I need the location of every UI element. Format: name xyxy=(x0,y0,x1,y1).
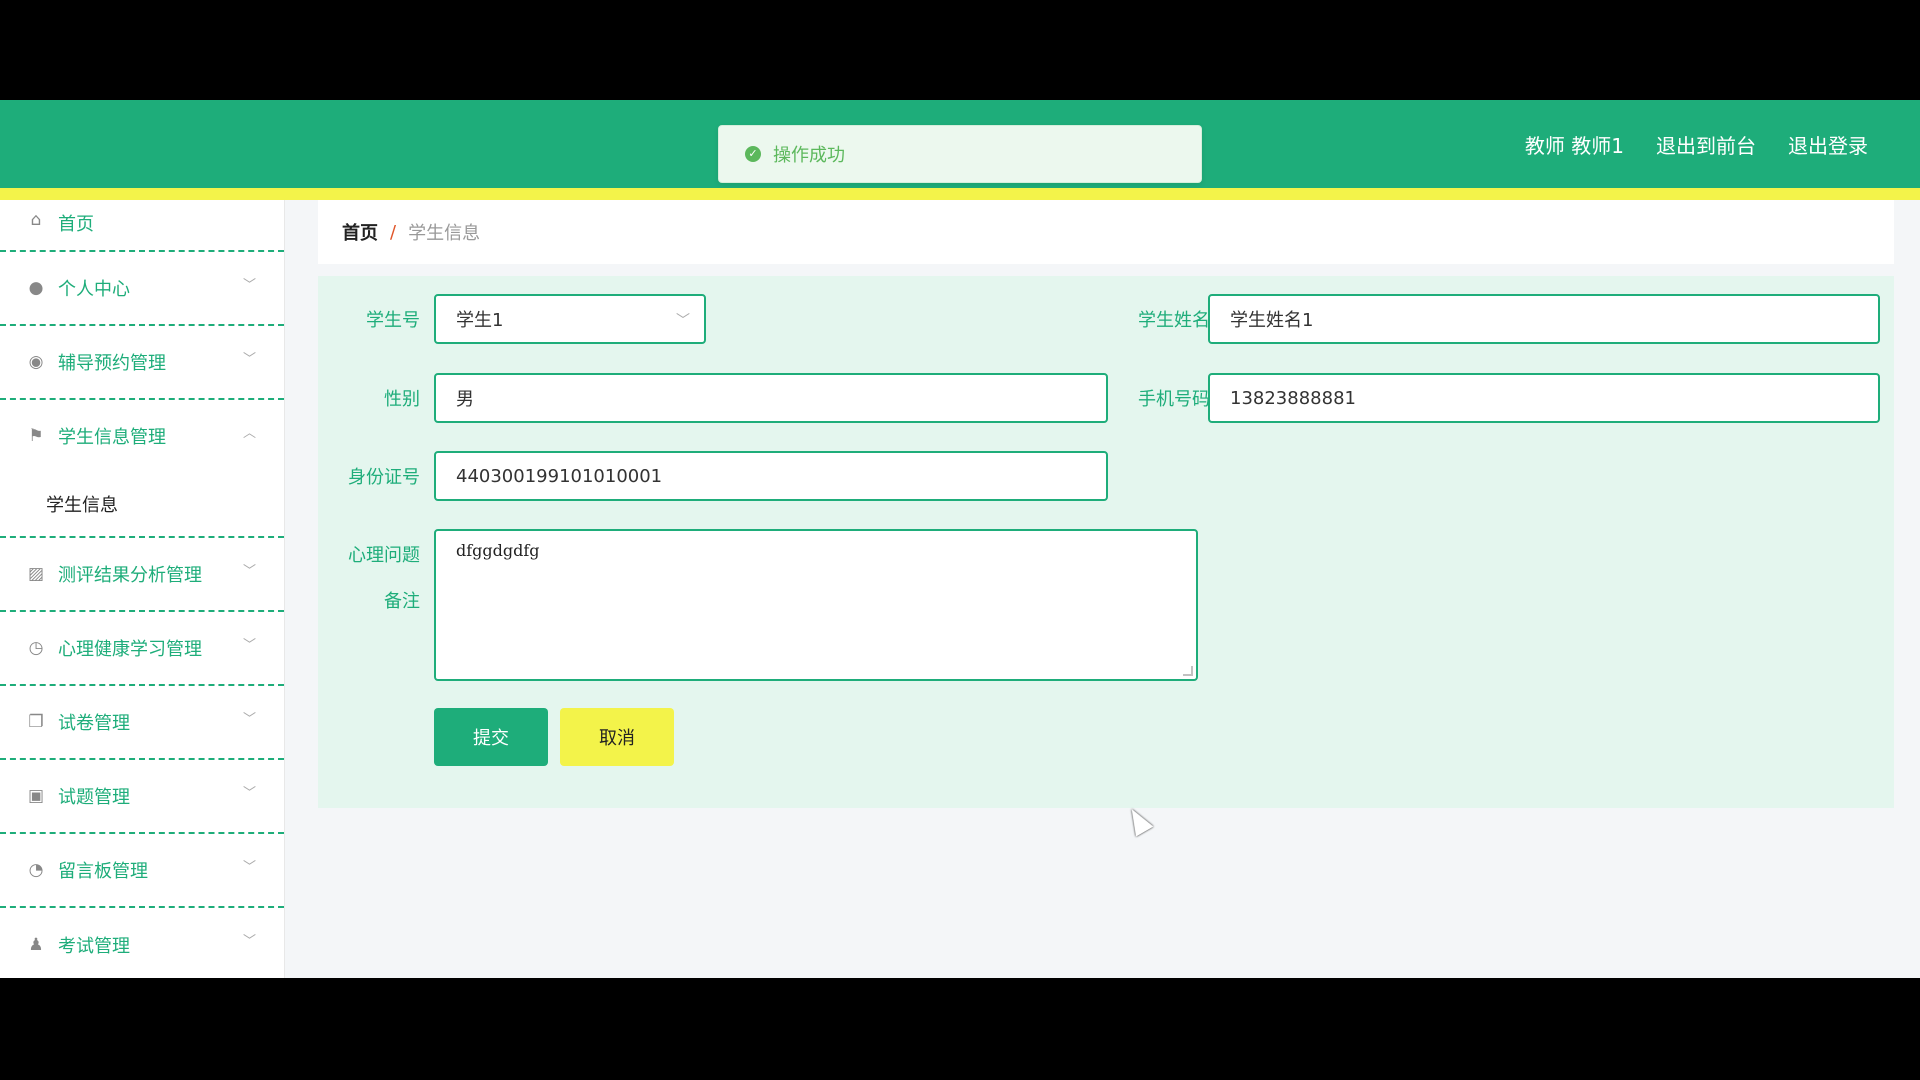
chevron-down-icon: ﹀ xyxy=(242,934,256,949)
chart-icon: ▨ xyxy=(27,564,45,584)
top-header: ✓ 操作成功 教师 教师1 退出到前台 退出登录 xyxy=(0,100,1920,188)
header-accent-stripe xyxy=(0,188,1920,200)
chevron-up-icon: ︿ xyxy=(242,426,256,441)
logout-link[interactable]: 退出登录 xyxy=(1788,130,1868,159)
student-name-field[interactable]: 学生姓名1 xyxy=(1208,294,1880,344)
copy-icon: ❐ xyxy=(28,712,44,732)
student-no-value: 学生1 xyxy=(456,310,504,331)
breadcrumb: 首页 / 学生信息 xyxy=(318,200,1894,264)
chevron-down-icon: ﹀ xyxy=(676,313,690,329)
back-to-front-link[interactable]: 退出到前台 xyxy=(1656,130,1756,159)
issue-remark-textarea[interactable]: dfggdgdfg xyxy=(434,529,1198,681)
header-actions: 教师 教师1 退出到前台 退出登录 xyxy=(1525,100,1868,188)
current-user-label: 教师 教师1 xyxy=(1524,133,1624,158)
phone-label: 手机号码 xyxy=(1138,389,1210,410)
sidebar-item-label: 留言板管理 xyxy=(58,861,148,882)
phone-field[interactable]: 13823888881 xyxy=(1208,373,1880,423)
compass-icon: ◷ xyxy=(28,638,44,658)
sidebar: ⌂ 首页 ● 个人中心 ﹀ ◉ 辅导预约管理 ﹀ ⚑ 学生信息管理 ︿ 学生信息… xyxy=(0,200,285,978)
flag-icon: ⚑ xyxy=(28,426,44,446)
id-card-value: 440300199101010001 xyxy=(456,465,663,487)
resize-grip-icon[interactable] xyxy=(1183,666,1193,676)
sidebar-item-label: 学生信息管理 xyxy=(58,427,166,448)
gender-field[interactable]: 男 xyxy=(434,373,1108,423)
chevron-down-icon: ﹀ xyxy=(242,786,256,801)
breadcrumb-separator: / xyxy=(390,221,397,243)
student-name-label: 学生姓名 xyxy=(1138,310,1210,331)
sidebar-item-question-mgmt[interactable]: ▣ 试题管理 ﹀ xyxy=(0,760,284,834)
chevron-down-icon: ﹀ xyxy=(242,638,256,653)
chevron-down-icon: ﹀ xyxy=(242,278,256,293)
sidebar-item-label: 首页 xyxy=(58,214,94,235)
user-icon: ● xyxy=(28,278,44,298)
submit-button[interactable]: 提交 xyxy=(434,708,548,766)
id-card-field[interactable]: 440300199101010001 xyxy=(434,451,1108,501)
sidebar-item-exam-mgmt[interactable]: ♟ 考试管理 ﹀ xyxy=(0,908,284,978)
sidebar-item-paper-mgmt[interactable]: ❐ 试卷管理 ﹀ xyxy=(0,686,284,760)
sidebar-item-personal-center[interactable]: ● 个人中心 ﹀ xyxy=(0,252,284,326)
cancel-button[interactable]: 取消 xyxy=(560,708,674,766)
student-no-label: 学生号 xyxy=(366,310,420,331)
toast-message: 操作成功 xyxy=(773,145,845,166)
sidebar-item-label: 辅导预约管理 xyxy=(58,353,166,374)
success-toast: ✓ 操作成功 xyxy=(718,125,1202,183)
chevron-down-icon: ﹀ xyxy=(242,352,256,367)
sidebar-item-label: 考试管理 xyxy=(58,936,130,957)
sidebar-item-label: 测评结果分析管理 xyxy=(58,565,202,586)
sidebar-item-label: 试卷管理 xyxy=(58,713,130,734)
chevron-down-icon: ﹀ xyxy=(242,860,256,875)
person-icon: ♟ xyxy=(28,935,44,955)
sidebar-item-assessment-analysis[interactable]: ▨ 测评结果分析管理 ﹀ xyxy=(0,538,284,612)
sidebar-subitem-student-info[interactable]: 学生信息 xyxy=(0,472,284,538)
student-info-form: 学生号 学生1 ﹀ 学生姓名 学生姓名1 性别 男 手机号码 138238888… xyxy=(318,276,1894,808)
student-no-select[interactable]: 学生1 ﹀ xyxy=(434,294,706,344)
phone-value: 13823888881 xyxy=(1230,387,1356,409)
gauge-icon: ◔ xyxy=(28,860,44,880)
app-window: ✓ 操作成功 教师 教师1 退出到前台 退出登录 ⌂ 首页 ● 个人中心 ﹀ ◉… xyxy=(0,100,1920,978)
sidebar-item-student-info-mgmt[interactable]: ⚑ 学生信息管理 ︿ xyxy=(0,400,284,472)
chevron-down-icon: ﹀ xyxy=(242,712,256,727)
gender-label: 性别 xyxy=(384,389,420,410)
sidebar-item-mental-health-learning[interactable]: ◷ 心理健康学习管理 ﹀ xyxy=(0,612,284,686)
issue-label: 心理问题 xyxy=(348,545,420,566)
sidebar-item-label: 个人中心 xyxy=(58,279,130,300)
breadcrumb-current: 学生信息 xyxy=(408,223,481,244)
breadcrumb-home[interactable]: 首页 xyxy=(342,219,378,245)
pin-icon: ◉ xyxy=(28,352,44,372)
sidebar-item-label: 心理健康学习管理 xyxy=(58,639,202,660)
gender-value: 男 xyxy=(456,389,474,410)
id-card-label: 身份证号 xyxy=(348,467,420,488)
mouse-cursor-icon xyxy=(1123,804,1154,837)
issue-remark-value: dfggdgdfg xyxy=(456,541,540,560)
clipboard-icon: ▣ xyxy=(27,786,45,806)
student-name-value: 学生姓名1 xyxy=(1230,310,1314,331)
home-icon: ⌂ xyxy=(30,210,42,230)
sidebar-item-message-board[interactable]: ◔ 留言板管理 ﹀ xyxy=(0,834,284,908)
check-circle-icon: ✓ xyxy=(745,146,761,162)
sidebar-item-home[interactable]: ⌂ 首页 xyxy=(0,200,284,252)
chevron-down-icon: ﹀ xyxy=(242,564,256,579)
sidebar-item-appointment[interactable]: ◉ 辅导预约管理 ﹀ xyxy=(0,326,284,400)
issue-label-remark: 备注 xyxy=(384,591,420,612)
sidebar-item-label: 试题管理 xyxy=(58,787,130,808)
sidebar-subitem-label: 学生信息 xyxy=(46,495,118,516)
